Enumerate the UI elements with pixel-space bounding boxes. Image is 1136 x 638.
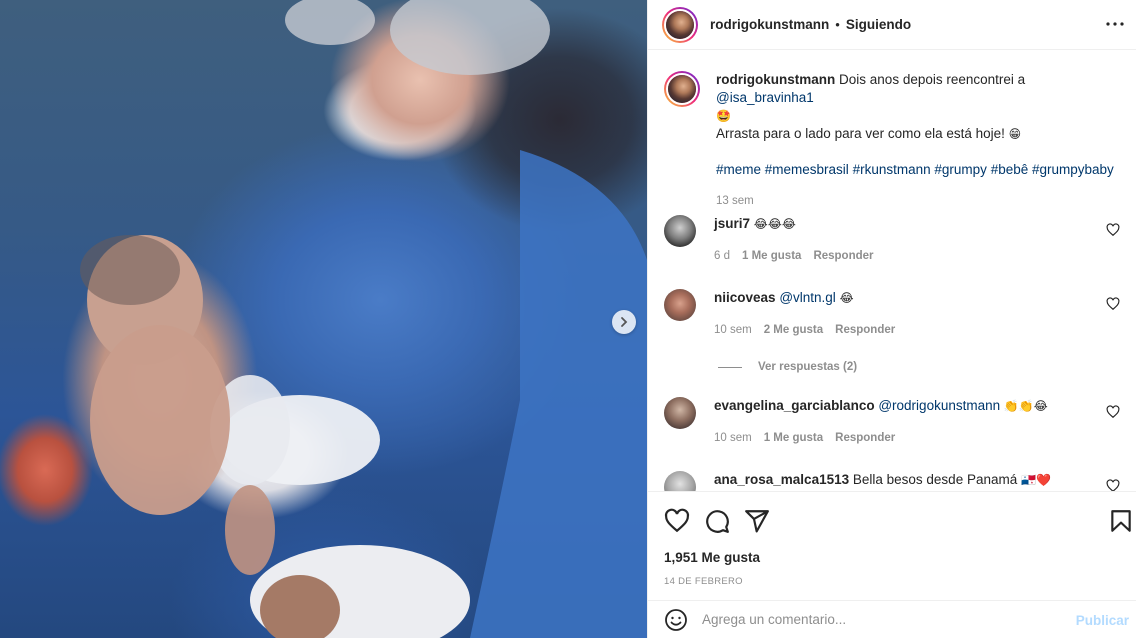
likes-count[interactable]: 1,951 Me gusta bbox=[664, 550, 760, 565]
heart-icon[interactable] bbox=[1106, 223, 1120, 237]
comment-likes[interactable]: 1 Me gusta bbox=[764, 429, 823, 447]
more-options-button[interactable] bbox=[1103, 12, 1127, 36]
header-username[interactable]: rodrigokunstmann bbox=[710, 17, 829, 32]
comment-time[interactable]: 10 sem bbox=[714, 429, 752, 447]
view-replies-label: Ver respuestas (2) bbox=[758, 361, 858, 373]
hashtag-link[interactable]: #rkunstmann bbox=[853, 162, 931, 177]
avatar[interactable] bbox=[664, 397, 696, 429]
replies-divider bbox=[718, 366, 742, 368]
caption-text: Dois anos depois reencontrei a bbox=[839, 72, 1026, 87]
post-date[interactable]: 14 DE FEBRERO bbox=[664, 576, 743, 587]
comment-item: niicoveas @vlntn.gl 😂 10 sem 2 Me gusta … bbox=[664, 289, 1134, 339]
avatar[interactable] bbox=[664, 215, 696, 247]
publish-button[interactable]: Publicar bbox=[1076, 613, 1129, 628]
share-icon[interactable] bbox=[744, 508, 770, 534]
post-header: rodrigokunstmann • Siguiendo bbox=[648, 0, 1136, 50]
comments-list[interactable]: rodrigokunstmann Dois anos depois reenco… bbox=[648, 51, 1136, 491]
bookmark-icon[interactable] bbox=[1108, 508, 1134, 534]
comment-username[interactable]: ana_rosa_malca1513 bbox=[714, 472, 849, 487]
caption-hashtags: #meme #memesbrasil #rkunstmann #grumpy #… bbox=[716, 161, 1124, 179]
comment-item: evangelina_garciablanco @rodrigokunstman… bbox=[664, 397, 1134, 447]
comment-item: ana_rosa_malca1513 Bella besos desde Pan… bbox=[664, 471, 1134, 491]
reply-button[interactable]: Responder bbox=[835, 321, 895, 339]
post-dialog: rodrigokunstmann • Siguiendo rodrigokuns… bbox=[0, 0, 1136, 638]
comment-text: 😂 bbox=[839, 291, 854, 305]
next-photo-button[interactable] bbox=[612, 310, 636, 334]
post-sidebar: rodrigokunstmann • Siguiendo rodrigokuns… bbox=[647, 0, 1136, 638]
hashtag-link[interactable]: #memesbrasil bbox=[765, 162, 849, 177]
avatar[interactable] bbox=[664, 289, 696, 321]
comment-text: 👏👏😂 bbox=[1003, 399, 1048, 413]
separator-dot: • bbox=[835, 17, 840, 32]
post-caption: rodrigokunstmann Dois anos depois reenco… bbox=[664, 71, 1124, 210]
emoji-icon[interactable] bbox=[664, 608, 688, 632]
caption-line2: Arrasta para o lado para ver como ela es… bbox=[716, 126, 1009, 141]
comment-likes[interactable]: 2 Me gusta bbox=[764, 321, 823, 339]
post-photo[interactable] bbox=[0, 0, 647, 638]
caption-emoji: 🤩 bbox=[716, 109, 731, 123]
caption-emoji: 😁 bbox=[1008, 127, 1022, 141]
follow-status-button[interactable]: Siguiendo bbox=[846, 17, 911, 32]
hashtag-link[interactable]: #grumpybaby bbox=[1032, 162, 1114, 177]
comment-time[interactable]: 10 sem bbox=[714, 321, 752, 339]
comment-username[interactable]: jsuri7 bbox=[714, 216, 750, 231]
heart-icon[interactable] bbox=[1106, 405, 1120, 419]
comment-mention[interactable]: @rodrigokunstmann bbox=[878, 398, 1000, 413]
reply-button[interactable]: Responder bbox=[835, 429, 895, 447]
comment-icon[interactable] bbox=[704, 508, 730, 534]
reply-button[interactable]: Responder bbox=[813, 247, 873, 265]
comment-username[interactable]: niicoveas bbox=[714, 290, 776, 305]
photo-illustration bbox=[80, 0, 647, 638]
comment-mention[interactable]: @vlntn.gl bbox=[779, 290, 835, 305]
more-icon bbox=[1106, 22, 1124, 26]
comment-username[interactable]: evangelina_garciablanco bbox=[714, 398, 875, 413]
heart-icon[interactable] bbox=[664, 508, 690, 534]
comment-text: Bella besos desde Panamá bbox=[852, 472, 1021, 487]
hashtag-link[interactable]: #grumpy bbox=[934, 162, 987, 177]
comment-text: 😂😂😂 bbox=[753, 217, 796, 231]
hashtag-link[interactable]: #bebê bbox=[991, 162, 1029, 177]
caption-mention[interactable]: @isa_bravinha1 bbox=[716, 90, 814, 105]
avatar[interactable] bbox=[664, 71, 700, 107]
view-replies-button[interactable]: Ver respuestas (2) bbox=[718, 361, 857, 373]
caption-time[interactable]: 13 sem bbox=[716, 195, 754, 207]
caption-username[interactable]: rodrigokunstmann bbox=[716, 72, 835, 87]
comment-likes[interactable]: 1 Me gusta bbox=[742, 247, 801, 265]
comment-input[interactable] bbox=[702, 612, 1062, 627]
add-comment-bar: Publicar bbox=[648, 600, 1136, 638]
avatar[interactable] bbox=[664, 471, 696, 491]
comment-item: jsuri7 😂😂😂 6 d 1 Me gusta Responder bbox=[664, 215, 1134, 265]
comment-emojis: 🇵🇦❤️ bbox=[1021, 473, 1051, 487]
avatar[interactable] bbox=[662, 6, 698, 43]
comment-time[interactable]: 6 d bbox=[714, 247, 730, 265]
chevron-right-icon bbox=[621, 317, 628, 327]
heart-icon[interactable] bbox=[1106, 297, 1120, 311]
hashtag-link[interactable]: #meme bbox=[716, 162, 761, 177]
heart-icon[interactable] bbox=[1106, 479, 1120, 491]
